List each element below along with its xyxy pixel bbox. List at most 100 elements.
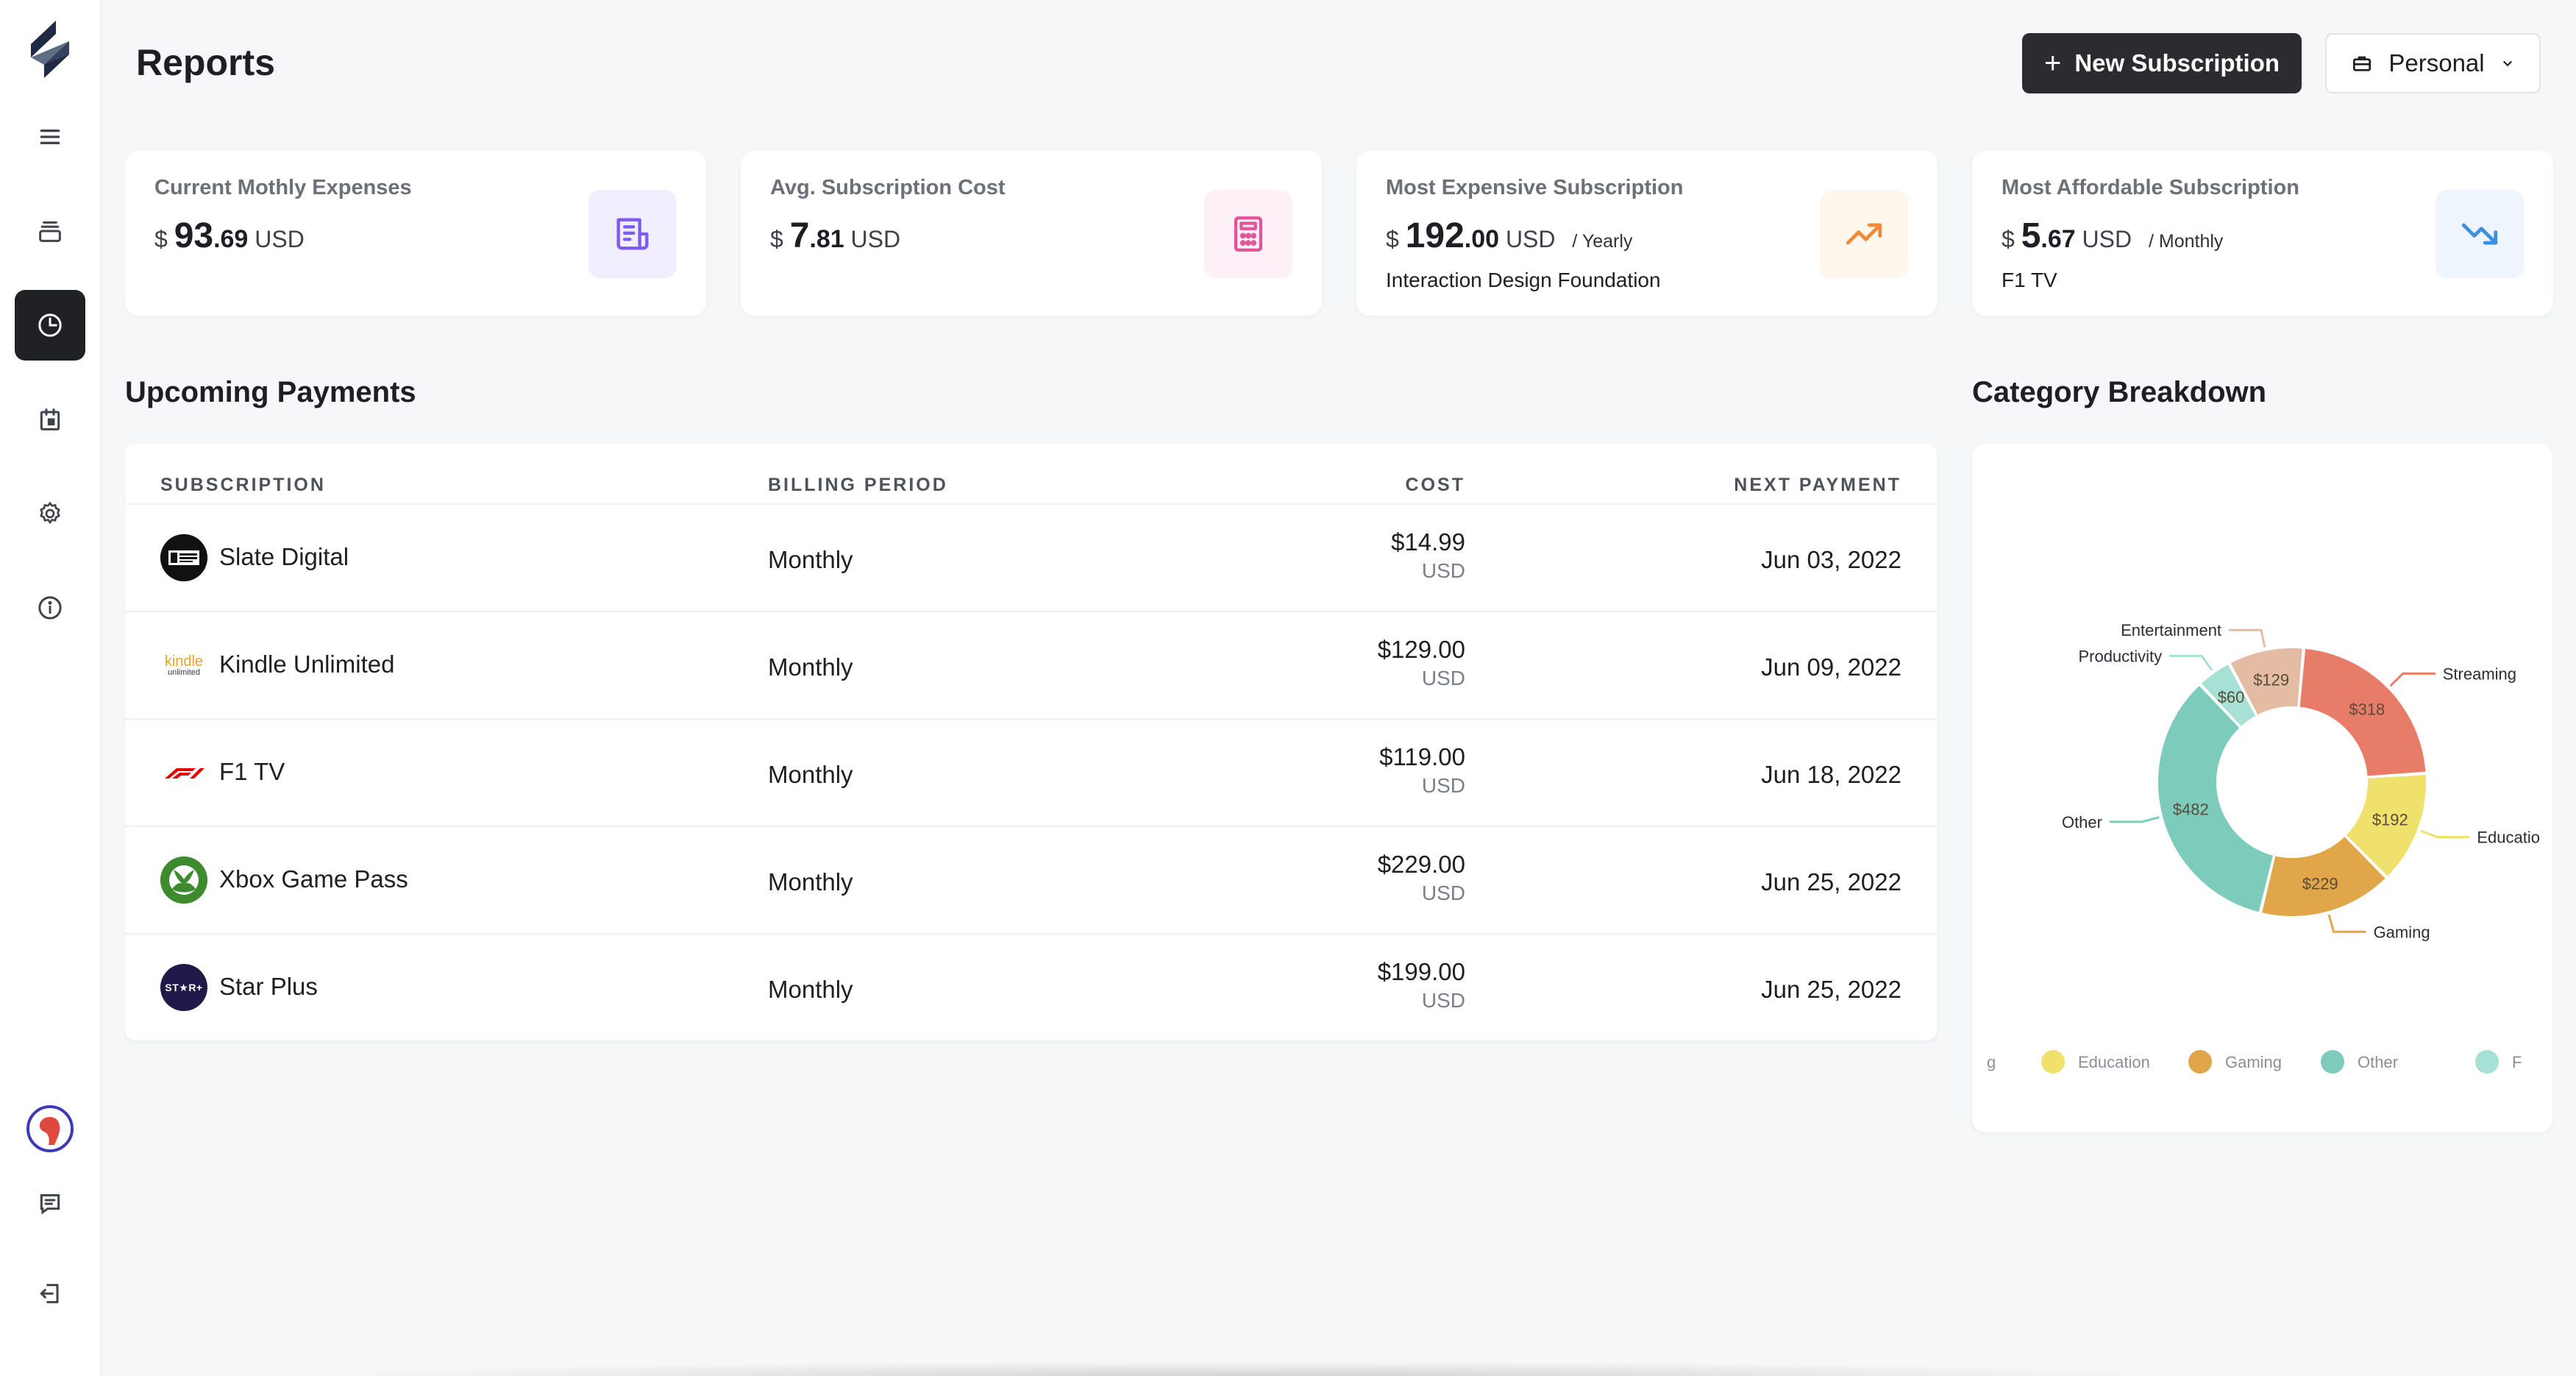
stat-icon-box — [2436, 190, 2524, 278]
next-payment-date: Jun 09, 2022 — [1761, 653, 1901, 681]
new-subscription-label: New Subscription — [2074, 49, 2280, 77]
donut-slice-other[interactable] — [2157, 684, 2275, 914]
info-icon — [38, 596, 62, 620]
column-header-cost[interactable]: COST — [1406, 475, 1465, 496]
sidebar-item-settings[interactable] — [15, 478, 85, 549]
table-row[interactable]: Slate Digital Monthly $14.99 USD Jun 03,… — [125, 503, 1937, 611]
callout-line — [2169, 654, 2213, 671]
data-label: $229 — [2302, 874, 2338, 893]
column-header-next-payment[interactable]: NEXT PAYMENT — [1734, 475, 1901, 496]
pie-chart-icon — [38, 313, 62, 337]
table-row[interactable]: ST★R+ Star Plus Monthly $199.00 USD Jun … — [125, 933, 1937, 1040]
table-row[interactable]: kindle unlimited Kindle Unlimited Monthl… — [125, 611, 1937, 718]
legend-item[interactable]: Gaming — [2225, 1053, 2282, 1071]
sidebar-item-info[interactable] — [15, 572, 85, 643]
workspace-label: Personal — [2388, 49, 2485, 77]
next-payment-date: Jun 18, 2022 — [1761, 761, 1901, 788]
stat-subtitle: Interaction Design Foundation — [1386, 269, 1661, 291]
billing-period: Monthly — [768, 976, 853, 1003]
gear-icon — [40, 501, 60, 525]
briefcase-icon — [2353, 56, 2372, 71]
chevron-down-icon — [2502, 61, 2512, 67]
callout-label: Other — [2062, 813, 2102, 831]
upcoming-payments-table: SUBSCRIPTION BILLING PERIOD COST NEXT PA… — [125, 444, 1937, 1040]
menu-icon — [40, 130, 60, 144]
legend-item[interactable]: Other — [2358, 1053, 2398, 1071]
legend-swatch — [2475, 1050, 2499, 1074]
stat-icon-box — [1204, 190, 1292, 278]
callout-line — [2420, 829, 2470, 839]
column-header-subscription[interactable]: SUBSCRIPTION — [160, 475, 326, 496]
kindle-logo-icon: kindle unlimited — [160, 642, 207, 689]
stat-value: $ 5.67 USD / Monthly — [2002, 216, 2224, 255]
user-avatar[interactable] — [26, 1105, 74, 1152]
stat-card-monthly-expenses: Current Mothly Expenses $ 93.69 USD — [125, 151, 706, 316]
callout-line — [2389, 672, 2436, 687]
slate-digital-logo-icon — [160, 534, 207, 581]
stat-card-most-expensive: Most Expensive Subscription $ 192.00 USD… — [1356, 151, 1938, 316]
column-header-billing-period[interactable]: BILLING PERIOD — [768, 475, 948, 496]
callout-label: Streaming — [2443, 664, 2516, 683]
workspace-dropdown[interactable]: Personal — [2325, 33, 2541, 93]
calendar-icon — [40, 408, 60, 430]
stat-label: Most Expensive Subscription — [1386, 176, 1684, 199]
stat-value: $ 93.69 USD — [154, 216, 305, 255]
subscription-name: Star Plus — [219, 973, 318, 1000]
category-breakdown-card: $318 Streaming $192 Educatio $229 Gaming $482 O… — [1972, 444, 2552, 1132]
xbox-logo-icon — [160, 857, 207, 904]
sidebar-item-calendar[interactable] — [15, 384, 85, 455]
data-label: $482 — [2173, 800, 2209, 818]
legend-swatch — [2188, 1050, 2212, 1074]
sidebar-menu-button[interactable] — [15, 102, 85, 172]
data-label: $318 — [2349, 700, 2385, 718]
legend-swatch — [2041, 1050, 2065, 1074]
subscription-cost: $199.00 USD — [1377, 958, 1465, 1012]
logout-icon — [40, 1283, 59, 1304]
subscription-name: Slate Digital — [219, 543, 349, 570]
bottom-shadow — [309, 1361, 2192, 1376]
next-payment-date: Jun 25, 2022 — [1761, 868, 1901, 896]
callout-label: Entertainment — [2121, 621, 2221, 639]
stat-label: Current Mothly Expenses — [154, 176, 412, 199]
legend-item[interactable]: F — [2512, 1053, 2522, 1071]
avatar-icon — [31, 1110, 69, 1148]
legend-item[interactable]: Education — [2078, 1053, 2150, 1071]
callout-label: Gaming — [2374, 923, 2430, 941]
subscription-cost: $119.00 USD — [1379, 743, 1465, 797]
legend-item[interactable]: g — [1987, 1053, 1996, 1071]
data-label: $129 — [2253, 670, 2289, 689]
data-label: $60 — [2218, 688, 2245, 706]
subscription-cost: $229.00 USD — [1377, 851, 1465, 904]
data-label: $192 — [2372, 810, 2408, 829]
stat-card-avg-cost: Avg. Subscription Cost $ 7.81 USD — [741, 151, 1322, 316]
category-donut-chart: $318 Streaming $192 Educatio $229 Gaming $482 O… — [1987, 621, 2540, 1074]
subscription-name: Xbox Game Pass — [219, 865, 408, 893]
stat-icon-box — [1820, 190, 1908, 278]
message-icon — [40, 1194, 60, 1215]
sidebar-item-reports[interactable] — [15, 290, 85, 361]
sidebar — [0, 0, 102, 1376]
legend-swatch — [2321, 1050, 2344, 1074]
stat-label: Most Affordable Subscription — [2002, 176, 2299, 199]
table-row[interactable]: Xbox Game Pass Monthly $229.00 USD Jun 2… — [125, 826, 1937, 933]
subscription-cost: $14.99 USD — [1391, 528, 1465, 582]
table-row[interactable]: F1 TV Monthly $119.00 USD Jun 18, 2022 — [125, 718, 1937, 826]
sidebar-item-subscriptions[interactable] — [15, 196, 85, 266]
category-breakdown-title: Category Breakdown — [1972, 376, 2267, 408]
app-logo-icon[interactable] — [26, 19, 74, 81]
stack-icon — [39, 221, 61, 242]
new-subscription-button[interactable]: + New Subscription — [2022, 33, 2302, 93]
callout-line — [2327, 914, 2366, 933]
stat-icon-box — [588, 190, 677, 278]
stat-value: $ 192.00 USD / Yearly — [1386, 216, 1633, 255]
billing-period: Monthly — [768, 868, 853, 896]
next-payment-date: Jun 03, 2022 — [1761, 546, 1901, 573]
sidebar-item-feedback[interactable] — [15, 1168, 85, 1239]
f1-logo-icon — [160, 749, 207, 796]
billing-period: Monthly — [768, 761, 853, 788]
stat-label: Avg. Subscription Cost — [770, 176, 1006, 199]
plus-icon: + — [2043, 47, 2062, 79]
sidebar-logout-button[interactable] — [15, 1258, 85, 1329]
receipt-icon — [616, 218, 649, 250]
page-title: Reports — [136, 42, 275, 83]
